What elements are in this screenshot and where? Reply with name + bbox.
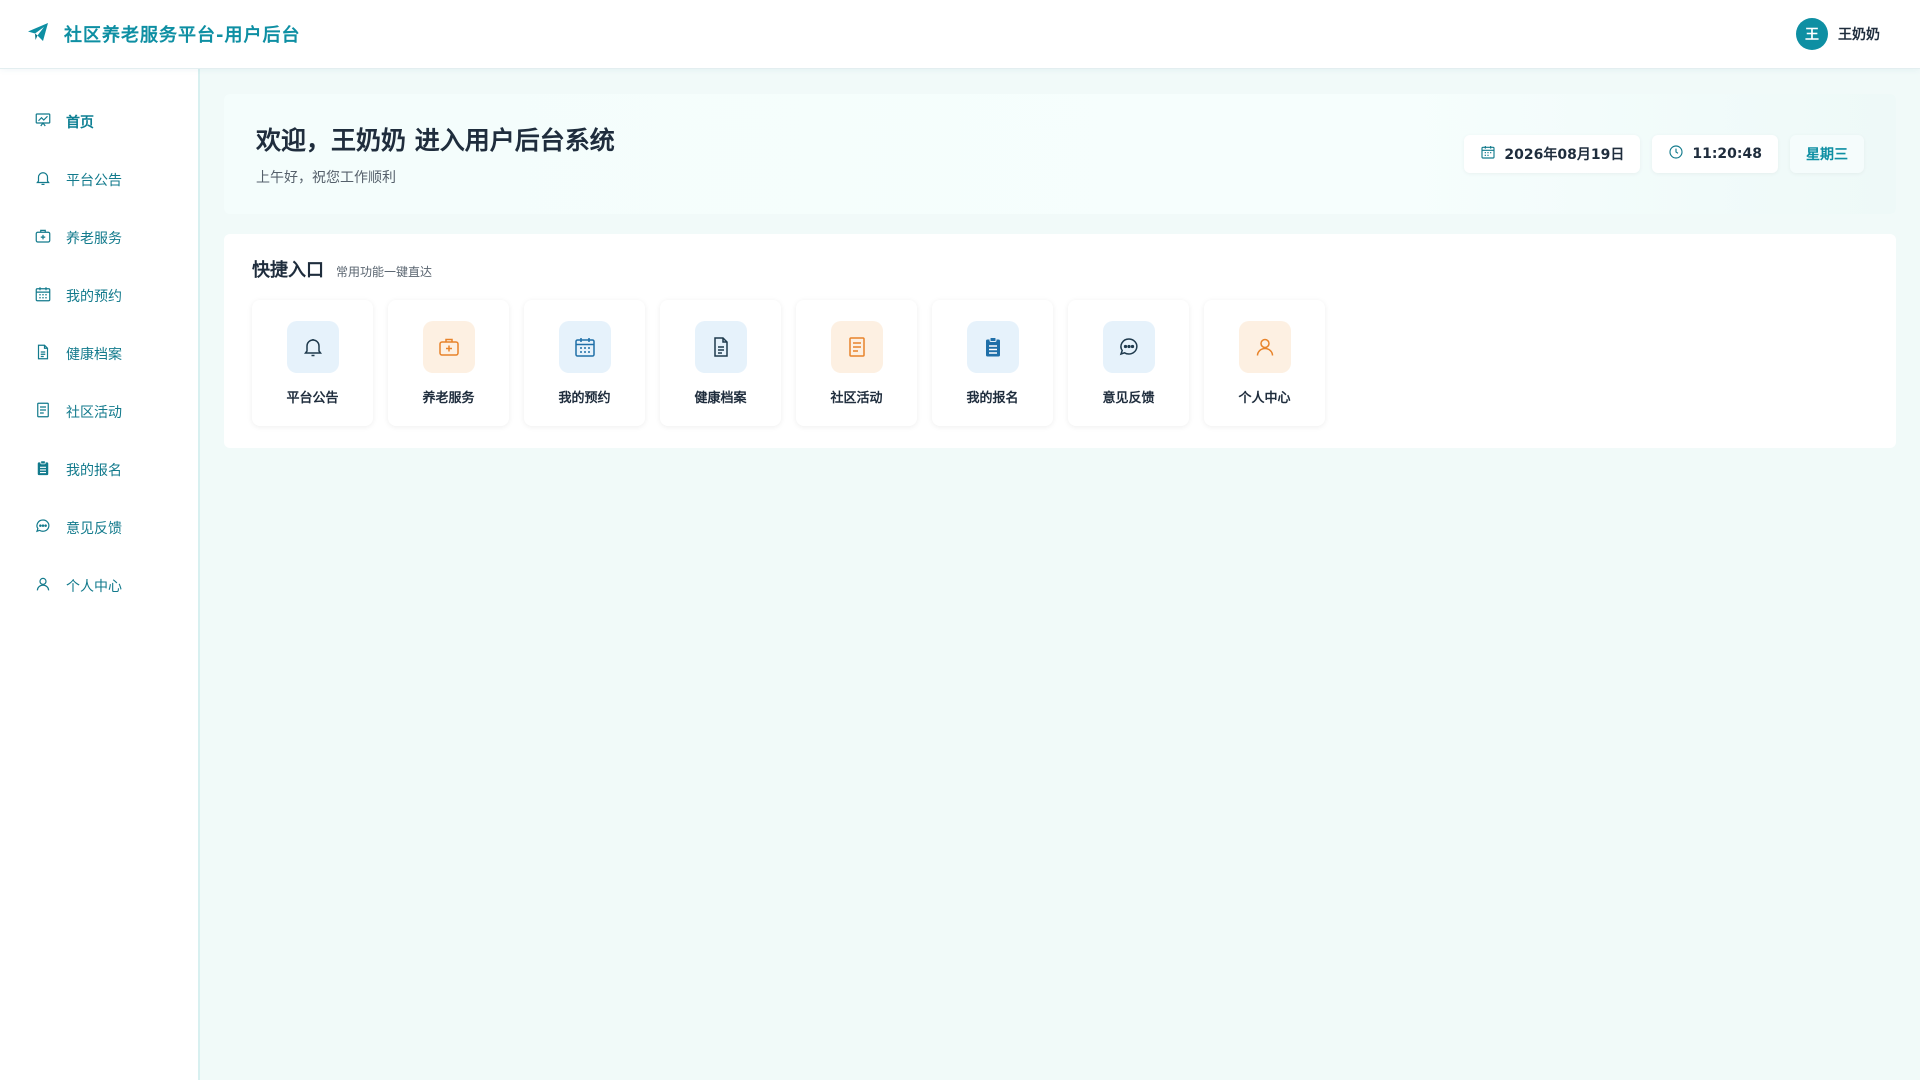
current-time: 11:20:48 (1692, 146, 1762, 162)
document-icon (694, 320, 747, 373)
tile-label: 社区活动 (830, 390, 883, 406)
sidebar-item-label: 我的报名 (66, 463, 122, 479)
date-chip: 2026年08月19日 (1464, 135, 1641, 173)
sidebar-item-label: 社区活动 (66, 405, 122, 421)
user-menu[interactable]: 王 王奶奶 (1796, 18, 1880, 50)
sidebar-item-elderly-services[interactable]: 养老服务 (0, 209, 198, 267)
tile-label: 养老服务 (422, 390, 475, 406)
clipboard-icon (966, 320, 1019, 373)
clipboard-icon (34, 459, 52, 481)
time-chip: 11:20:48 (1652, 135, 1778, 173)
quick-tile-elderly-services[interactable]: 养老服务 (388, 300, 509, 426)
quick-access-panel: 快捷入口 常用功能一键直达 平台公告 养老服务 我的预约 健康档案 社区活动 我… (224, 234, 1896, 448)
quick-tile-community-activities[interactable]: 社区活动 (796, 300, 917, 426)
current-date: 2026年08月19日 (1504, 147, 1625, 163)
quick-access-subtitle: 常用功能一键直达 (336, 265, 433, 279)
user-icon (1238, 320, 1291, 373)
sidebar-item-label: 我的预约 (66, 289, 122, 305)
quick-tile-feedback[interactable]: 意见反馈 (1068, 300, 1189, 426)
tile-label: 健康档案 (694, 390, 747, 406)
sidebar-item-appointments[interactable]: 我的预约 (0, 267, 198, 325)
home-chart-icon (34, 111, 52, 133)
quick-tile-appointments[interactable]: 我的预约 (524, 300, 645, 426)
chat-icon (1102, 320, 1155, 373)
main-content: 欢迎，王奶奶 进入用户后台系统 上午好，祝您工作顺利 2026年08月19日 1… (224, 94, 1896, 448)
quick-tile-announcements[interactable]: 平台公告 (252, 300, 373, 426)
document-icon (34, 343, 52, 365)
app-title: 社区养老服务平台-用户后台 (64, 25, 301, 46)
paper-plane-icon (26, 20, 50, 48)
quick-access-tiles: 平台公告 养老服务 我的预约 健康档案 社区活动 我的报名 意见反馈 个人中心 (252, 300, 1868, 426)
sidebar-item-announcements[interactable]: 平台公告 (0, 151, 198, 209)
sidebar: 首页 平台公告 养老服务 我的预约 健康档案 社区活动 我的报名 意见反馈 个人… (0, 69, 200, 1080)
chat-icon (34, 517, 52, 539)
weekday-chip: 星期三 (1790, 135, 1864, 173)
list-document-icon (830, 320, 883, 373)
quick-access-title: 快捷入口 (252, 260, 324, 281)
list-document-icon (34, 401, 52, 423)
quick-tile-my-registrations[interactable]: 我的报名 (932, 300, 1053, 426)
welcome-subtitle: 上午好，祝您工作顺利 (256, 170, 396, 186)
sidebar-item-label: 个人中心 (66, 579, 122, 595)
sidebar-item-community-activities[interactable]: 社区活动 (0, 383, 198, 441)
sidebar-item-label: 健康档案 (66, 347, 122, 363)
tile-label: 我的报名 (966, 390, 1019, 406)
medical-kit-icon (34, 227, 52, 249)
sidebar-item-profile[interactable]: 个人中心 (0, 557, 198, 615)
tile-label: 意见反馈 (1102, 390, 1155, 406)
calendar-icon (34, 285, 52, 307)
sidebar-item-home[interactable]: 首页 (0, 93, 198, 151)
user-name[interactable]: 王奶奶 (1838, 24, 1880, 44)
sidebar-item-label: 意见反馈 (66, 521, 122, 537)
welcome-banner: 欢迎，王奶奶 进入用户后台系统 上午好，祝您工作顺利 2026年08月19日 1… (224, 94, 1896, 214)
calendar-icon (1480, 144, 1496, 164)
quick-tile-profile[interactable]: 个人中心 (1204, 300, 1325, 426)
sidebar-item-label: 平台公告 (66, 173, 122, 189)
date-time-chips: 2026年08月19日 11:20:48 星期三 (1464, 135, 1864, 173)
clock-icon (1668, 144, 1684, 164)
sidebar-item-health-records[interactable]: 健康档案 (0, 325, 198, 383)
sidebar-item-feedback[interactable]: 意见反馈 (0, 499, 198, 557)
sidebar-item-my-registrations[interactable]: 我的报名 (0, 441, 198, 499)
current-weekday: 星期三 (1806, 147, 1848, 163)
tile-label: 我的预约 (558, 390, 611, 406)
avatar[interactable]: 王 (1796, 18, 1828, 50)
tile-label: 平台公告 (286, 390, 339, 406)
welcome-title: 欢迎，王奶奶 进入用户后台系统 (256, 126, 615, 155)
sidebar-item-label: 首页 (66, 115, 94, 131)
medical-kit-icon (422, 320, 475, 373)
bell-icon (34, 169, 52, 191)
brand[interactable]: 社区养老服务平台-用户后台 (26, 20, 300, 48)
calendar-icon (558, 320, 611, 373)
bell-icon (286, 320, 339, 373)
tile-label: 个人中心 (1238, 390, 1291, 406)
top-bar: 社区养老服务平台-用户后台 王 王奶奶 (0, 0, 1920, 69)
quick-tile-health-records[interactable]: 健康档案 (660, 300, 781, 426)
sidebar-item-label: 养老服务 (66, 231, 122, 247)
user-icon (34, 575, 52, 597)
